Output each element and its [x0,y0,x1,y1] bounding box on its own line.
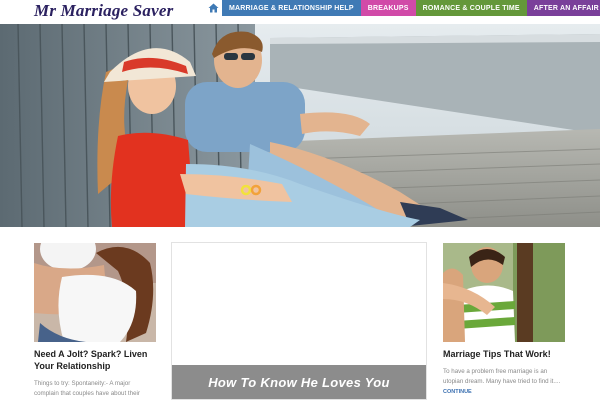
post-excerpt-right-text: To have a problem free marriage is an ut… [443,368,561,385]
nav-item-marriage-relationship-help[interactable]: Marriage & Relationship Help [222,0,361,16]
post-title-middle[interactable]: How To Know He Loves You [208,375,390,390]
nav-item-romance-couple-time[interactable]: Romance & Couple Time [415,0,527,16]
post-card-middle[interactable]: How To Know He Loves You [171,242,427,400]
hero-couple-illustration [0,24,600,227]
main-nav: Marriage & Relationship Help Breakups Ro… [205,0,600,16]
site-header: Mr Marriage Saver Marriage & Relationshi… [0,0,600,24]
post-thumbnail-right[interactable] [443,243,565,342]
post-excerpt-right: To have a problem free marriage is an ut… [443,367,565,397]
continue-link[interactable]: CONTINUE [443,389,472,395]
post-card-left: Need A Jolt? Spark? Liven Your Relations… [34,243,156,399]
post-title-right[interactable]: Marriage Tips That Work! [443,348,565,360]
post-title-left[interactable]: Need A Jolt? Spark? Liven Your Relations… [34,348,156,372]
home-icon [208,3,219,13]
post-banner-middle[interactable]: How To Know He Loves You [172,365,426,399]
nav-home[interactable] [205,0,222,16]
site-logo[interactable]: Mr Marriage Saver [34,1,173,21]
post-card-right: Marriage Tips That Work! To have a probl… [443,243,565,397]
post-excerpt-left: Things to try: Spontaneity:- A major com… [34,380,140,397]
nav-item-breakups[interactable]: Breakups [360,0,416,16]
post-thumbnail-left[interactable] [34,243,156,342]
hero-image[interactable] [0,24,600,227]
nav-item-after-an-affair[interactable]: After An Affair [526,0,600,16]
